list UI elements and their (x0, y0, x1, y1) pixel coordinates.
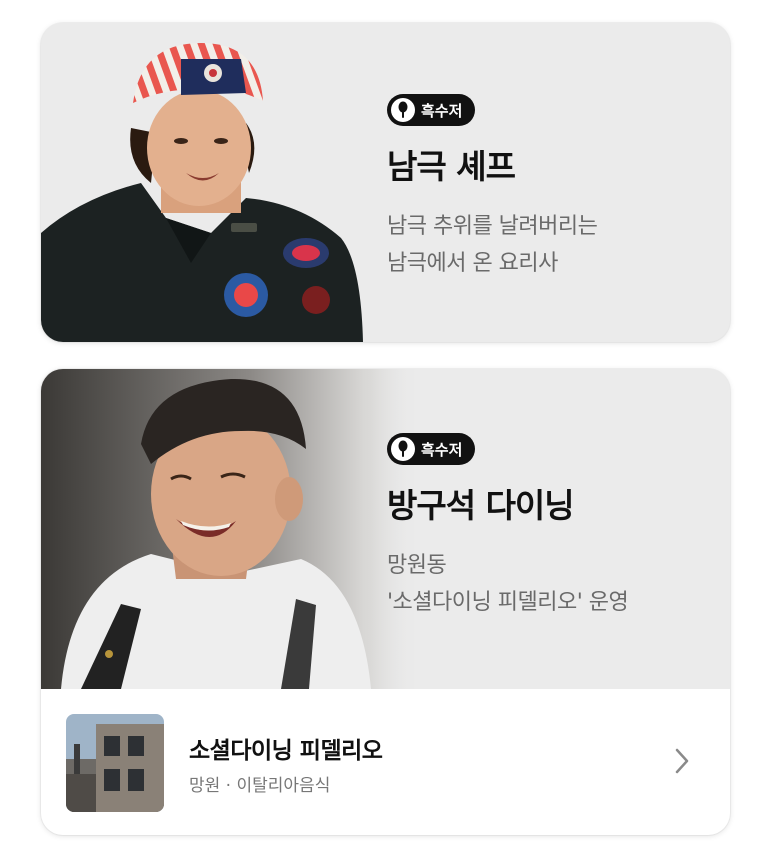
restaurant-thumbnail (66, 714, 164, 812)
chef-photo-2 (41, 369, 421, 689)
description-line: '소셜다이닝 피델리오' 운영 (387, 590, 629, 615)
chef-photo-1 (41, 43, 363, 342)
restaurant-name: 소셜다이닝 피델리오 (189, 738, 383, 764)
chef-card-1[interactable]: 흑수저 남극 셰프 남극 추위를 날려버리는 남극에서 온 요리사 (41, 23, 730, 342)
chevron-right-icon[interactable] (675, 748, 689, 778)
chef-description: 망원동 '소셜다이닝 피델리오' 운영 (387, 547, 629, 621)
spoon-icon (391, 98, 415, 122)
spoon-icon (391, 437, 415, 461)
restaurant-link[interactable]: 소셜다이닝 피델리오 망원 · 이탈리아음식 (41, 689, 730, 835)
badge-label: 흑수저 (421, 440, 463, 459)
description-line: 망원동 (387, 553, 447, 578)
badge-label: 흑수저 (421, 101, 463, 120)
chef-name: 남극 셰프 (387, 147, 516, 186)
black-spoon-badge: 흑수저 (387, 433, 476, 465)
black-spoon-badge: 흑수저 (387, 94, 476, 126)
description-line: 남극 추위를 날려버리는 (387, 214, 598, 239)
chef-card-2[interactable]: 흑수저 방구석 다이닝 망원동 '소셜다이닝 피델리오' 운영 소셜다이닝 피델… (41, 369, 730, 835)
chef-info-1: 흑수저 남극 셰프 남극 추위를 날려버리는 남극에서 온 요리사 (387, 94, 598, 282)
chef-hero-2: 흑수저 방구석 다이닝 망원동 '소셜다이닝 피델리오' 운영 (41, 369, 730, 689)
chef-description: 남극 추위를 날려버리는 남극에서 온 요리사 (387, 208, 598, 282)
chef-info-2: 흑수저 방구석 다이닝 망원동 '소셜다이닝 피델리오' 운영 (387, 433, 629, 621)
chef-name: 방구석 다이닝 (387, 486, 575, 525)
restaurant-meta: 망원 · 이탈리아음식 (189, 776, 331, 796)
description-line: 남극에서 온 요리사 (387, 251, 558, 276)
